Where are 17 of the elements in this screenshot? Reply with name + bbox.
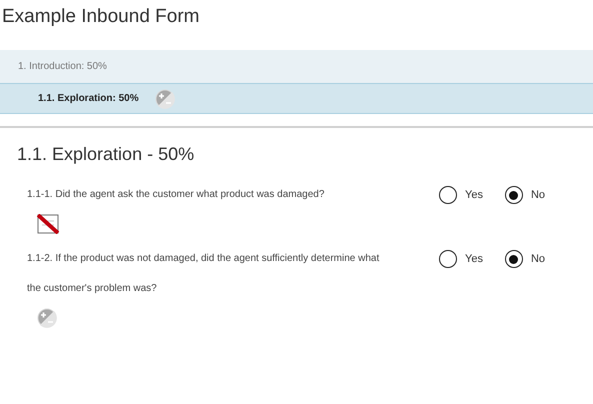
section-heading: 1.1. Exploration - 50%	[16, 143, 196, 166]
question-text: 1.1-2. If the product was not damaged, did the agent sufficiently determine what the customer's problem was?	[27, 252, 380, 296]
radio-button[interactable]	[504, 186, 523, 204]
question-text: 1.1-1. Did the agent ask the customer what product was damaged?	[27, 188, 326, 202]
section-nav-item[interactable]: 1.1. Exploration: 50%	[0, 83, 593, 114]
radio-button[interactable]	[504, 250, 523, 268]
section-label: 1.1. Exploration: 50%	[38, 92, 139, 106]
no-note-icon[interactable]	[37, 214, 59, 234]
option-label[interactable]: No	[530, 186, 546, 204]
option-label[interactable]: Yes	[465, 250, 483, 268]
form-title: Example Inbound Form	[1, 5, 200, 29]
option-label[interactable]: No	[530, 250, 546, 268]
section-label: 1. Introduction: 50%	[18, 60, 107, 74]
radio-button[interactable]	[439, 186, 457, 204]
radio-button[interactable]	[439, 250, 457, 268]
option-label[interactable]: Yes	[465, 186, 483, 204]
section-nav-item[interactable]: 1. Introduction: 50%	[0, 50, 593, 83]
